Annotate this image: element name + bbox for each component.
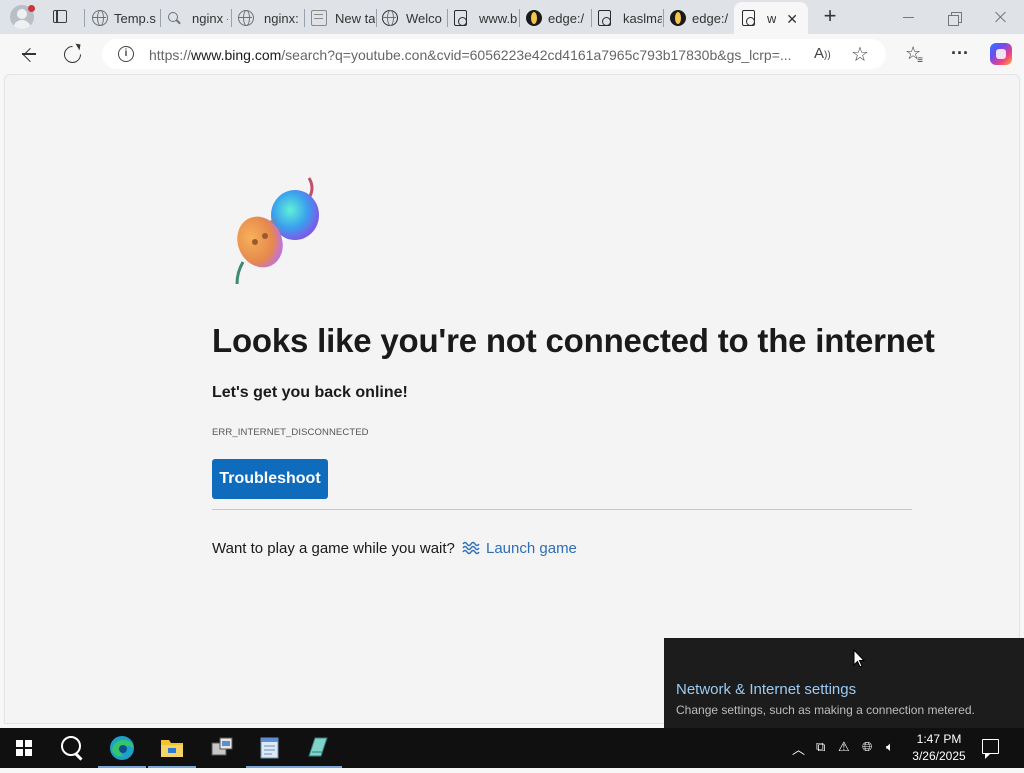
tab-separator [519, 9, 520, 27]
windows-logo-icon [16, 740, 32, 756]
url-path: /search?q=youtube.con&cvid=6056223e42cd4… [281, 47, 792, 63]
troubleshoot-button[interactable]: Troubleshoot [212, 459, 328, 499]
tab-1[interactable]: Temp.s [92, 6, 158, 30]
more-menu-icon[interactable]: ··· [948, 43, 972, 65]
tab-separator [376, 9, 377, 27]
tab-separator [447, 9, 448, 27]
document-icon [454, 10, 467, 26]
notification-center-icon[interactable] [982, 739, 999, 759]
minimize-button[interactable] [896, 6, 922, 28]
search-icon [166, 10, 182, 26]
surf-game-icon[interactable] [462, 540, 480, 556]
back-button[interactable] [16, 42, 40, 66]
tab-label: nginx: [264, 10, 299, 26]
tab-label: edge:/ [548, 10, 585, 26]
tab-5[interactable]: Welco [382, 6, 446, 30]
tab-separator [84, 9, 85, 27]
game-prompt: Want to play a game while you wait? [212, 540, 455, 557]
close-tab-icon[interactable]: ✕ [786, 11, 798, 28]
url-text[interactable]: https://www.bing.com/search?q=youtube.co… [149, 47, 799, 63]
tab-label: w [767, 10, 777, 26]
refresh-button[interactable] [60, 42, 84, 66]
taskbar-search-icon[interactable] [48, 728, 96, 768]
tab-separator [663, 9, 664, 27]
url-host: www.bing.com [191, 47, 282, 63]
tab-active[interactable]: w ✕ [734, 2, 808, 34]
page-viewport [4, 74, 1020, 724]
browser-toolbar: i https://www.bing.com/search?q=youtube.… [0, 34, 1024, 74]
tab-label: edge:/ [692, 10, 729, 26]
taskbar-app-icon[interactable] [294, 728, 342, 768]
tab-label: Welco [406, 10, 442, 26]
tab-actions-menu-icon[interactable] [50, 8, 70, 26]
divider [212, 509, 912, 510]
tab-separator [160, 9, 161, 27]
tray-security-icon[interactable]: ⚠ [838, 739, 850, 755]
network-settings-description: Change settings, such as making a connec… [676, 703, 975, 717]
tab-separator [231, 9, 232, 27]
url-prefix: https:// [149, 47, 192, 63]
tab-label: nginx - [192, 10, 228, 26]
globe-icon [238, 10, 254, 26]
clock-date: 3/26/2025 [912, 749, 966, 763]
tab-3[interactable]: nginx: [238, 6, 302, 30]
tab-strip: Temp.s nginx - nginx: New ta Welco www.b… [0, 0, 1024, 34]
tab-9[interactable]: edge:/ [670, 6, 734, 30]
tab-label: New ta [335, 10, 375, 26]
tab-label: Temp.s [114, 10, 156, 26]
profile-notification-dot [28, 5, 35, 12]
document-icon [598, 10, 611, 26]
favorites-icon[interactable]: ☆≡ [904, 43, 928, 66]
copilot-icon[interactable] [990, 43, 1012, 65]
taskbar-network-tool-icon[interactable] [198, 728, 246, 768]
restore-button[interactable] [942, 6, 968, 28]
new-tab-button[interactable]: + [820, 5, 840, 27]
edge-dev-icon [526, 10, 542, 26]
tab-separator [591, 9, 592, 27]
disconnected-plug-illustration [235, 177, 319, 285]
tab-6[interactable]: www.b [454, 6, 518, 30]
site-info-icon[interactable]: i [118, 46, 134, 62]
taskbar-file-explorer-icon[interactable] [148, 728, 196, 768]
globe-icon [382, 10, 398, 26]
tab-4[interactable]: New ta [311, 6, 375, 30]
tray-network-globe-icon[interactable]: 🌐︎ [862, 739, 872, 755]
tray-device-icon[interactable]: ⧉ [816, 739, 825, 755]
tab-2[interactable]: nginx - [166, 6, 228, 30]
network-settings-flyout[interactable]: Network & Internet settings Change setti… [664, 638, 1024, 728]
tab-label: www.b [479, 10, 518, 26]
document-icon [742, 10, 755, 26]
tab-label: kaslma [623, 10, 662, 26]
favorite-star-icon[interactable]: ☆ [851, 42, 869, 67]
taskbar-notepad-icon[interactable] [246, 728, 294, 768]
address-bar[interactable]: i https://www.bing.com/search?q=youtube.… [102, 39, 886, 69]
close-window-button[interactable] [988, 6, 1014, 28]
taskbar: ︿ ⧉ ⚠ 🌐︎ 🔈︎ 1:47 PM 3/26/2025 [0, 728, 1024, 768]
taskbar-edge-icon[interactable] [98, 728, 146, 768]
new-tab-page-icon [311, 10, 327, 26]
clock-time: 1:47 PM [916, 732, 962, 746]
tray-volume-icon[interactable]: 🔈︎ [886, 739, 894, 755]
start-button[interactable] [0, 728, 48, 768]
tab-separator [304, 9, 305, 27]
network-settings-title[interactable]: Network & Internet settings [676, 681, 856, 698]
error-subhead: Let's get you back online! [212, 384, 408, 401]
error-headline: Looks like you're not connected to the i… [212, 322, 935, 359]
tab-7[interactable]: edge:/ [526, 6, 590, 30]
mouse-cursor-icon [853, 649, 865, 668]
error-code: ERR_INTERNET_DISCONNECTED [212, 427, 369, 438]
launch-game-link[interactable]: Launch game [486, 540, 577, 557]
read-aloud-icon[interactable]: A)) [814, 45, 831, 62]
globe-icon [92, 10, 108, 26]
tab-8[interactable]: kaslma [598, 6, 662, 30]
taskbar-clock[interactable]: 1:47 PM 3/26/2025 [906, 731, 972, 765]
edge-dev-icon [670, 10, 686, 26]
show-hidden-icons-chevron-icon[interactable]: ︿ [792, 739, 805, 758]
